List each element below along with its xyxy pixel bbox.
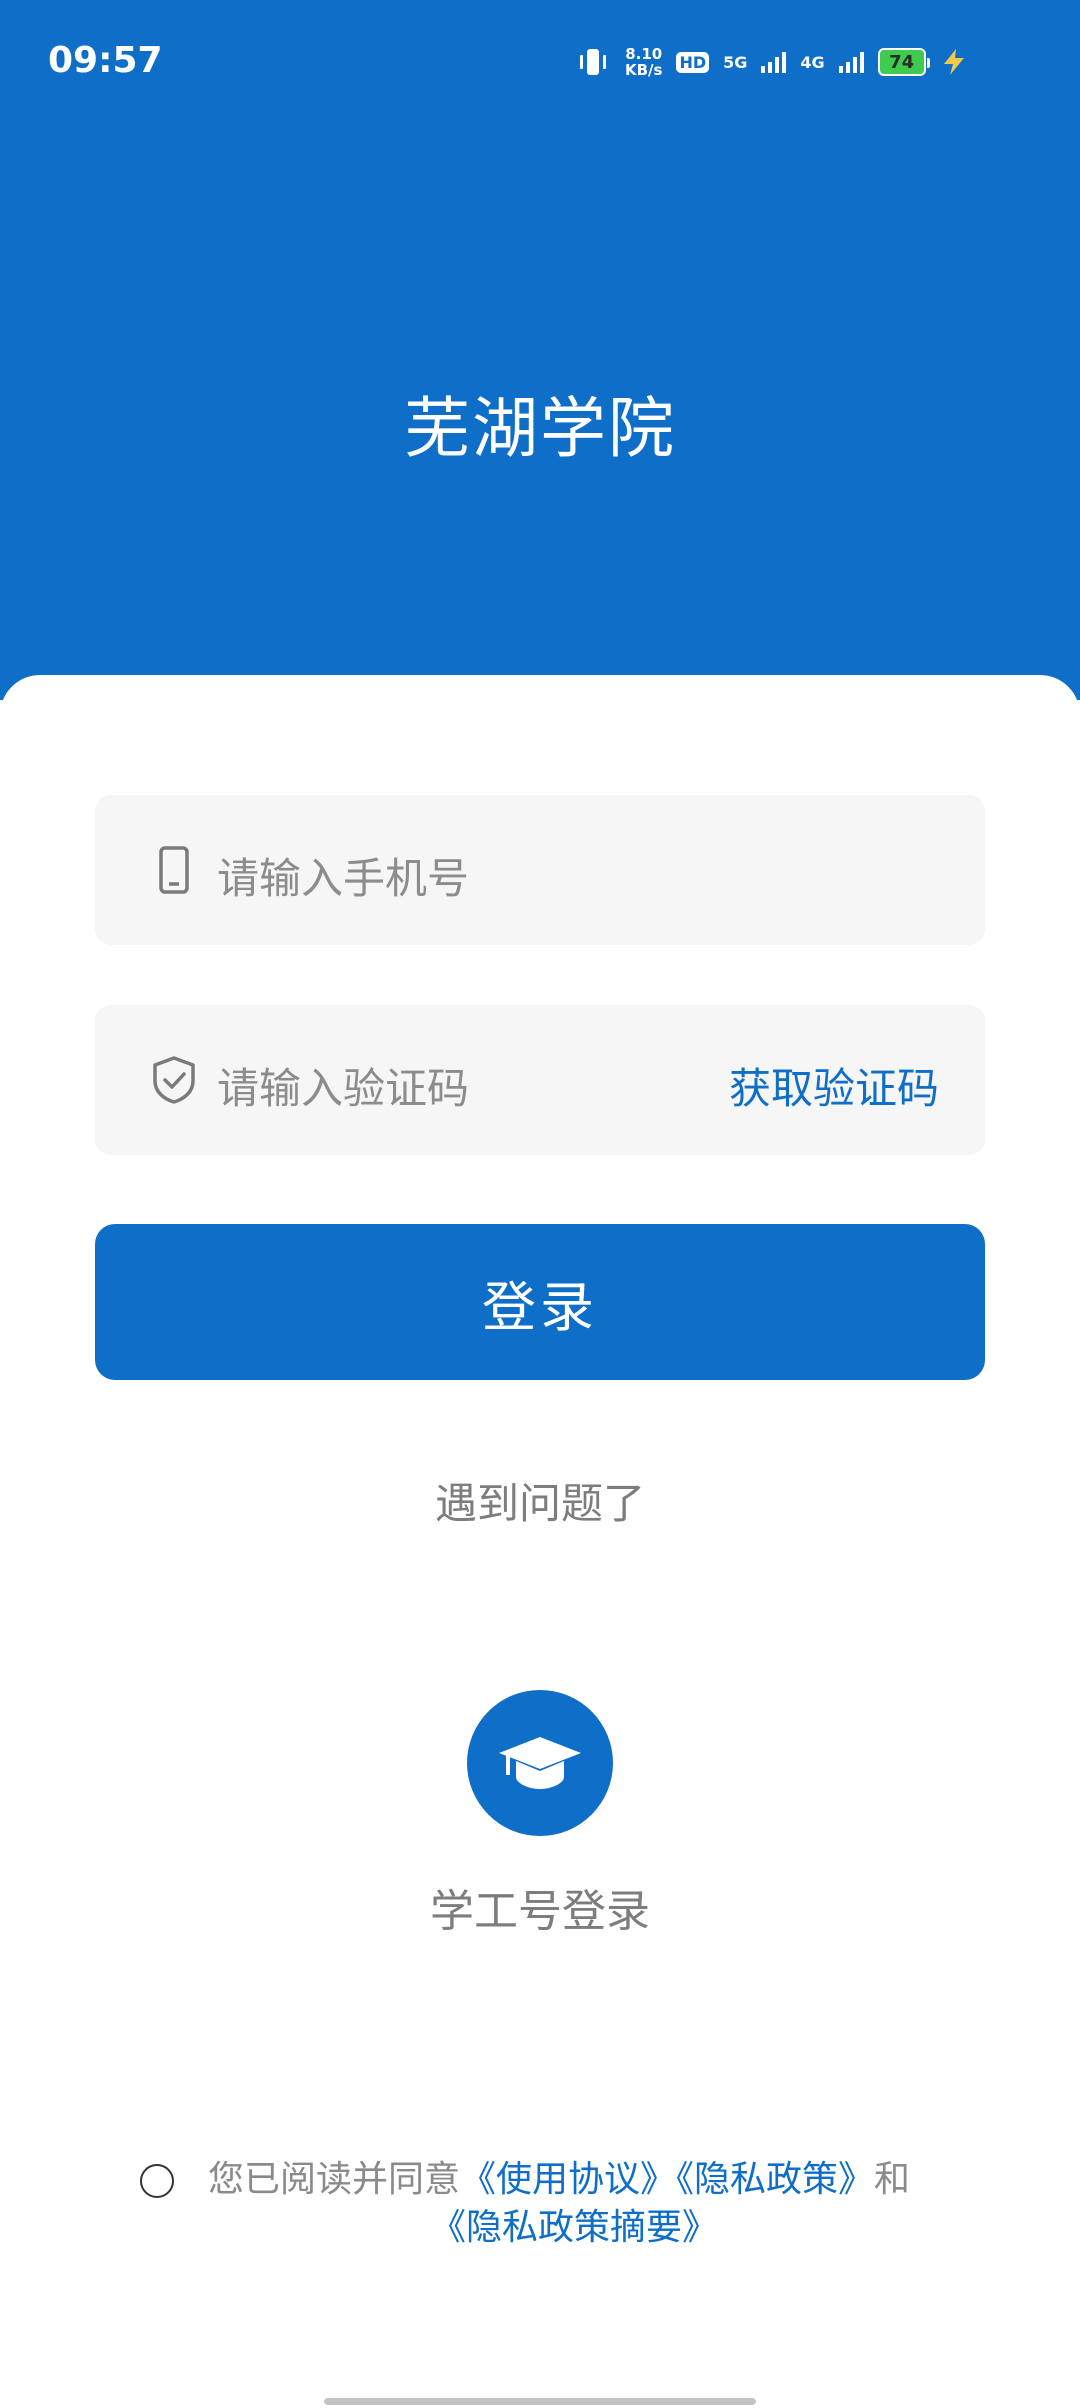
privacy-link[interactable]: 《隐私政策》 <box>676 2159 874 2200</box>
code-input-placeholder[interactable]: 请输入验证码 <box>217 1055 469 1116</box>
agreement-and: 和 <box>874 2159 911 2200</box>
shield-check-icon <box>153 1056 195 1104</box>
status-bar: 09:57 8.10 KB/s HD 5G 4G 74 <box>0 0 1080 120</box>
charging-icon <box>943 49 964 75</box>
battery-icon: 74 <box>877 48 930 76</box>
phone-input-placeholder[interactable]: 请输入手机号 <box>217 845 469 906</box>
home-indicator[interactable] <box>324 2398 756 2405</box>
agreement-prefix: 您已阅读并同意 <box>208 2159 461 2200</box>
status-time: 09:57 <box>48 40 163 81</box>
privacy-summary-link[interactable]: 《隐私政策摘要》 <box>430 2207 718 2248</box>
app-title: 芜湖学院 <box>404 390 676 467</box>
graduation-cap-icon <box>499 1737 581 1789</box>
hd-voice-icon: HD <box>676 51 710 73</box>
login-card: 请输入手机号 请输入验证码 获取验证码 登录 遇到问题了 学工号登录 您已阅读并… <box>0 675 1080 2408</box>
header-banner: 09:57 8.10 KB/s HD 5G 4G 74 芜湖学院 <box>0 0 1080 700</box>
phone-icon <box>159 846 189 894</box>
agreement-text: 您已阅读并同意《使用协议》《隐私政策》和 <box>208 2156 988 2204</box>
vibrate-icon <box>580 49 606 75</box>
network-speed: 8.10 KB/s <box>625 45 663 79</box>
get-code-button[interactable]: 获取验证码 <box>729 1055 939 1116</box>
code-field[interactable]: 请输入验证码 获取验证码 <box>95 1005 985 1155</box>
phone-field[interactable]: 请输入手机号 <box>95 795 985 945</box>
terms-link[interactable]: 《使用协议》 <box>460 2159 676 2200</box>
signal-5g-icon <box>761 51 787 73</box>
network-5g-label: 5G <box>723 52 748 72</box>
agreement-line2: 《隐私政策摘要》 <box>430 2204 718 2252</box>
agreement-checkbox[interactable] <box>140 2164 174 2198</box>
status-icons: 8.10 KB/s HD 5G 4G 74 <box>575 42 968 82</box>
id-login-label[interactable]: 学工号登录 <box>0 1875 1080 1939</box>
trouble-link[interactable]: 遇到问题了 <box>0 1470 1080 1531</box>
network-4g-label: 4G <box>800 52 825 72</box>
login-button[interactable]: 登录 <box>95 1224 985 1380</box>
id-login-button[interactable] <box>467 1690 613 1836</box>
signal-4g-icon <box>838 51 864 73</box>
